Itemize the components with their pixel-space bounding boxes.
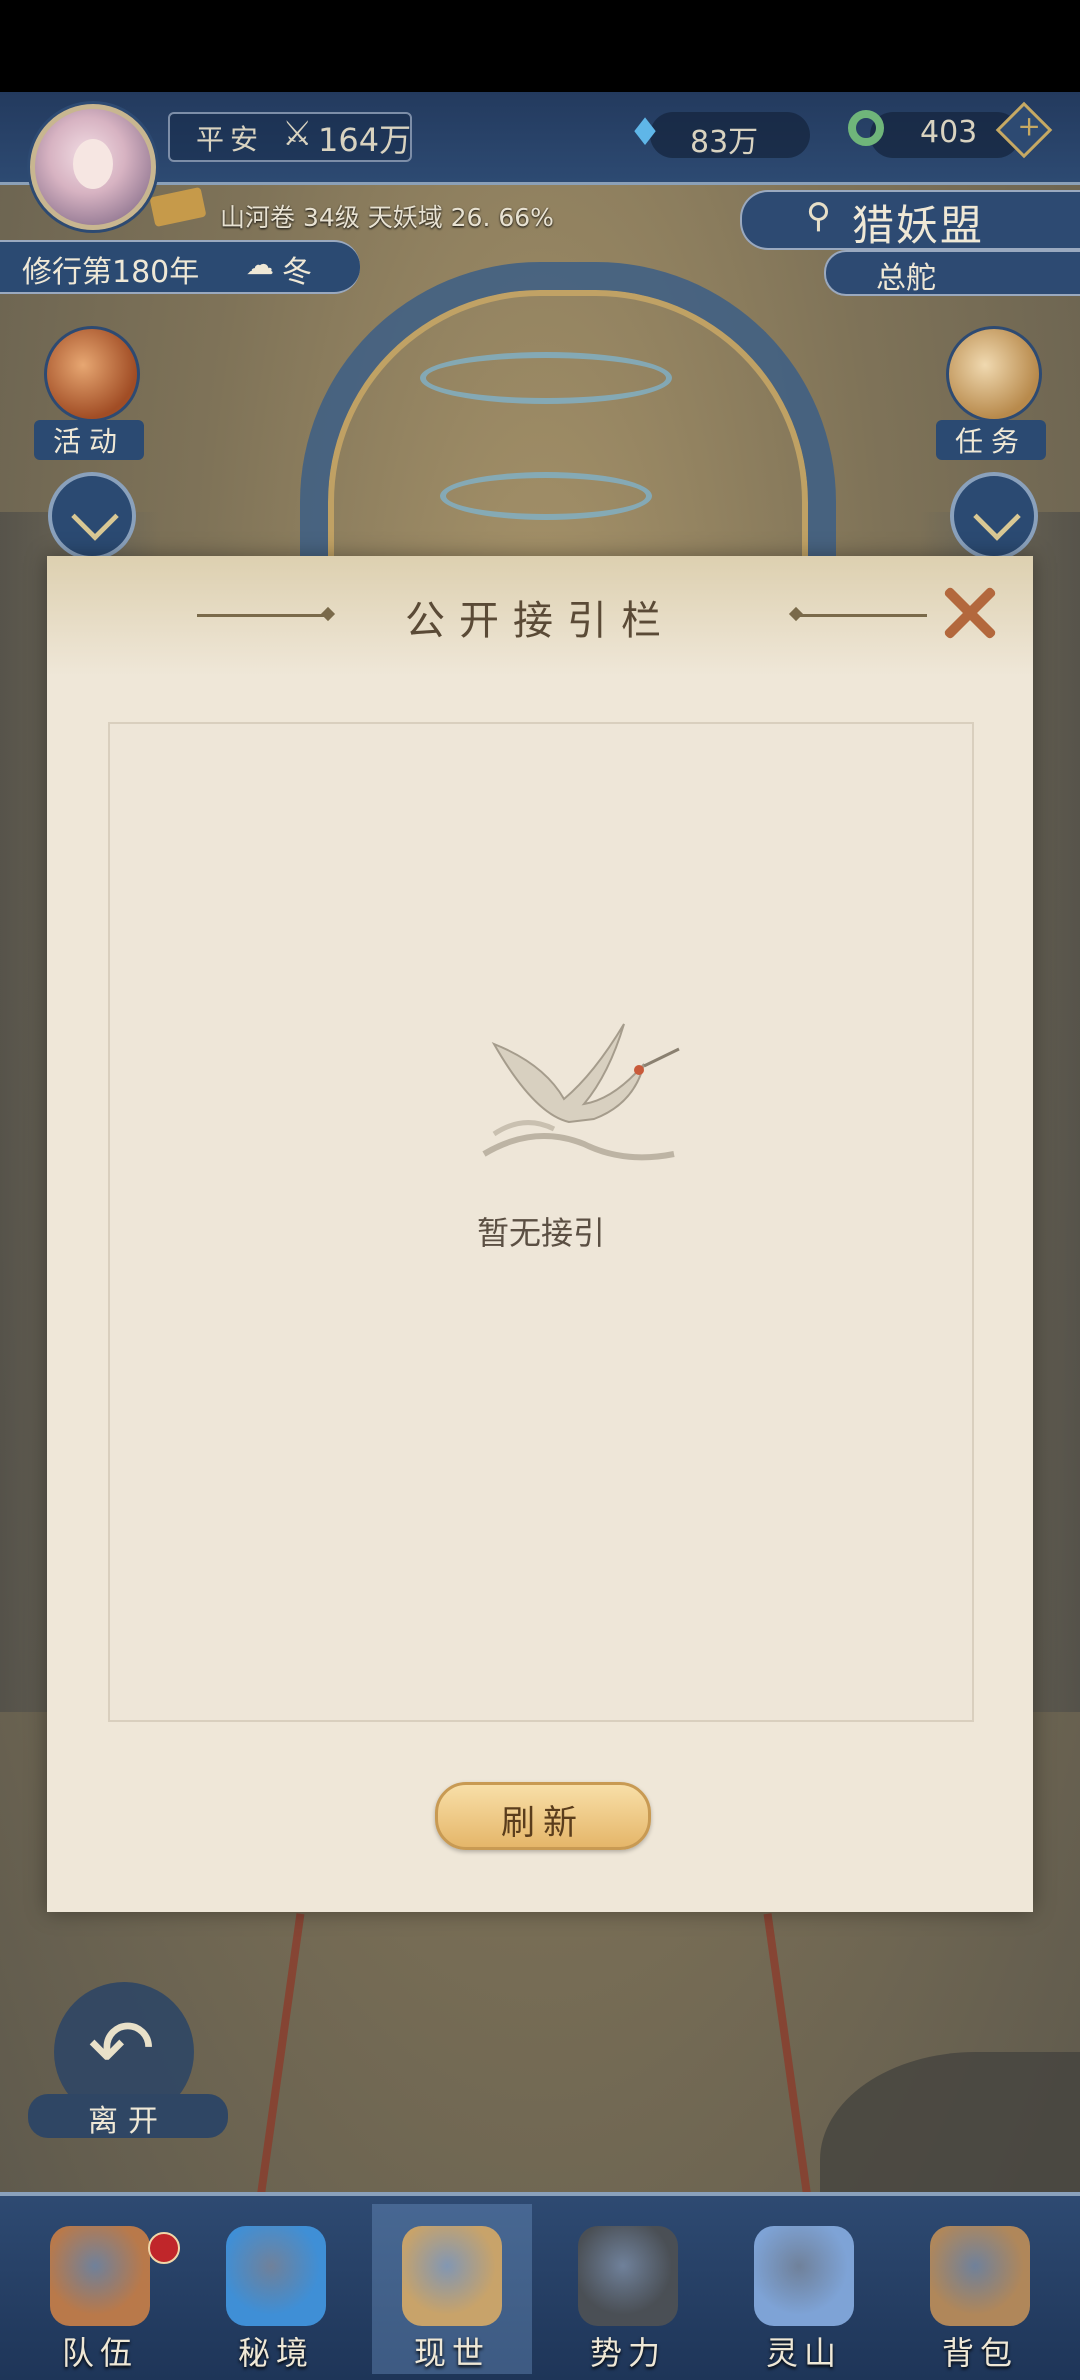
nav-item-spirit-mountain[interactable]: 灵山 <box>724 2204 884 2374</box>
team-icon <box>50 2226 150 2326</box>
floating-ring <box>440 472 652 520</box>
jade-ring-icon <box>848 110 884 146</box>
activity-button[interactable]: 活动 <box>34 326 144 460</box>
gourd-icon <box>44 326 140 422</box>
faction-building-icon <box>578 2226 678 2326</box>
activity-label: 活动 <box>34 420 144 460</box>
task-label: 任务 <box>936 420 1046 460</box>
backpack-icon <box>930 2226 1030 2326</box>
nav-label: 秘境 <box>237 2334 314 2372</box>
bottom-nav: 队伍 秘境 现世 势力 灵山 背包 <box>0 2192 1080 2380</box>
cultivation-year: 修行第180年 <box>22 255 200 290</box>
nav-label: 队伍 <box>61 2334 138 2372</box>
nav-item-team[interactable]: 队伍 <box>20 2204 180 2374</box>
leave-label[interactable]: 离开 <box>28 2094 228 2139</box>
expand-left-chevron-icon[interactable] <box>48 472 136 560</box>
portal-icon <box>226 2226 326 2326</box>
floating-ring <box>420 352 672 404</box>
modal-title: 公开接引栏 <box>405 598 675 644</box>
close-button[interactable] <box>935 578 1005 648</box>
snow-cloud-icon: ☁ <box>246 248 274 281</box>
world-scroll-icon <box>402 2226 502 2326</box>
task-bag-icon <box>946 326 1042 422</box>
nav-item-realm[interactable]: 秘境 <box>196 2204 356 2374</box>
nav-label: 势力 <box>589 2334 666 2372</box>
guidance-list-panel: 暂无接引 <box>108 722 974 1722</box>
expand-right-chevron-icon[interactable] <box>950 472 1038 560</box>
nav-label: 现世 <box>413 2334 490 2372</box>
mountain-icon <box>754 2226 854 2326</box>
notification-badge <box>148 2232 180 2264</box>
player-avatar[interactable] <box>30 104 156 230</box>
jade-value: 403 <box>920 115 978 150</box>
refresh-label: 刷新 <box>501 1803 585 1843</box>
nav-label: 背包 <box>941 2334 1018 2372</box>
guild-sub-pill[interactable] <box>824 250 1080 296</box>
empty-state-text: 暂无接引 <box>476 1214 605 1252</box>
crystal-icon: ♦ <box>628 110 663 154</box>
status-text: 平安 <box>196 123 265 156</box>
crane-icon <box>482 1023 680 1161</box>
guild-name: 猎妖盟 <box>852 201 985 250</box>
nav-label: 灵山 <box>765 2334 842 2372</box>
guild-location: 总舵 <box>876 261 936 296</box>
task-button[interactable]: 任务 <box>936 326 1046 460</box>
back-arrow-icon: ↶ <box>88 2002 156 2095</box>
season-label: 冬 <box>282 255 312 290</box>
nav-item-backpack[interactable]: 背包 <box>900 2204 1060 2374</box>
guild-emblem-icon: ⚲ <box>806 196 831 236</box>
public-guidance-modal: 公开接引栏 暂无接引 刷新 <box>47 556 1033 1912</box>
status-bar <box>0 0 1080 92</box>
nav-item-world[interactable]: 现世 <box>372 2204 532 2374</box>
refresh-button[interactable]: 刷新 <box>435 1782 651 1850</box>
combat-power-value: 164万 <box>318 121 412 159</box>
nav-item-faction[interactable]: 势力 <box>548 2204 708 2374</box>
crystal-value: 83万 <box>690 125 759 160</box>
combat-power-icon: ⚔ <box>282 114 313 154</box>
level-info: 山河卷 34级 天妖域 26. 66% <box>220 203 554 232</box>
